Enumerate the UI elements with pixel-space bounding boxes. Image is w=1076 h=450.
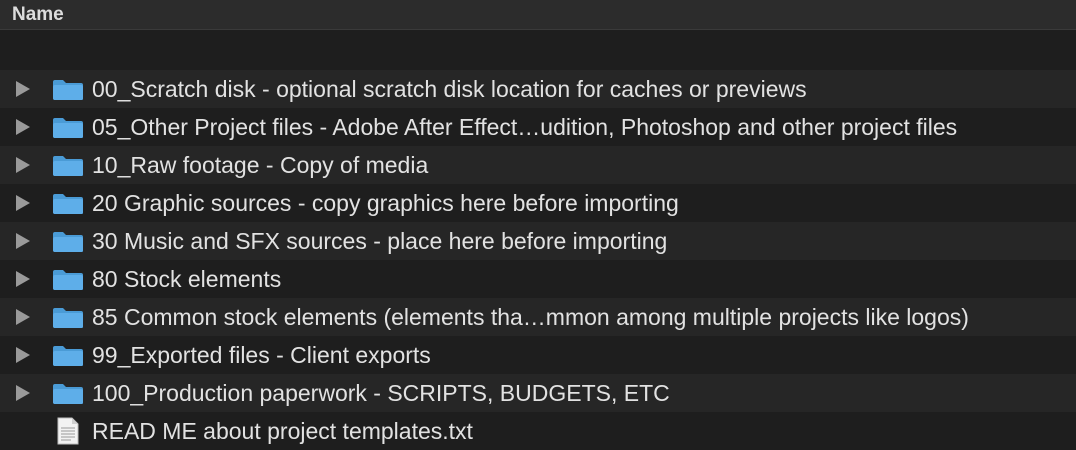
list-item[interactable]: 10_Raw footage - Copy of media	[0, 146, 1076, 184]
item-label: 20 Graphic sources - copy graphics here …	[92, 190, 679, 216]
name-column-header[interactable]: Name	[0, 0, 1076, 30]
disclosure-triangle-icon[interactable]	[16, 271, 30, 287]
item-label: 99_Exported files - Client exports	[92, 342, 431, 368]
item-label: READ ME about project templates.txt	[92, 418, 473, 444]
disclosure-triangle-icon[interactable]	[16, 309, 30, 325]
item-label: 10_Raw footage - Copy of media	[92, 152, 429, 178]
folder-icon	[53, 80, 83, 100]
text-file-icon	[57, 417, 79, 445]
item-label: 30 Music and SFX sources - place here be…	[92, 228, 668, 254]
list-item[interactable]: 85 Common stock elements (elements tha…m…	[0, 298, 1076, 336]
disclosure-triangle-icon[interactable]	[16, 233, 30, 249]
item-label: 80 Stock elements	[92, 266, 282, 292]
list-item[interactable]: 100_Production paperwork - SCRIPTS, BUDG…	[0, 374, 1076, 412]
list-item[interactable]: 20 Graphic sources - copy graphics here …	[0, 184, 1076, 222]
item-label: 85 Common stock elements (elements tha…m…	[92, 304, 969, 330]
item-label: 100_Production paperwork - SCRIPTS, BUDG…	[92, 380, 670, 406]
disclosure-triangle-icon[interactable]	[16, 347, 30, 363]
folder-icon	[53, 308, 83, 328]
list-item[interactable]: 00_Scratch disk - optional scratch disk …	[0, 70, 1076, 108]
disclosure-triangle-icon[interactable]	[16, 119, 30, 135]
folder-icon	[53, 384, 83, 404]
folder-icon	[53, 118, 83, 138]
list-item[interactable]: 80 Stock elements	[0, 260, 1076, 298]
list-item[interactable]: 05_Other Project files - Adobe After Eff…	[0, 108, 1076, 146]
list-item[interactable]: 99_Exported files - Client exports	[0, 336, 1076, 374]
folder-icon	[53, 194, 83, 214]
item-label: 05_Other Project files - Adobe After Eff…	[92, 114, 958, 140]
list-item[interactable]: READ ME about project templates.txt	[0, 412, 1076, 450]
folder-icon	[53, 346, 83, 366]
disclosure-triangle-icon[interactable]	[16, 195, 30, 211]
folder-icon	[53, 232, 83, 252]
name-column-label: Name	[12, 3, 64, 25]
disclosure-triangle-icon[interactable]	[16, 385, 30, 401]
disclosure-triangle-icon[interactable]	[16, 81, 30, 97]
folder-icon	[53, 156, 83, 176]
item-label: 00_Scratch disk - optional scratch disk …	[92, 76, 807, 102]
folder-icon	[53, 270, 83, 290]
disclosure-triangle-icon[interactable]	[16, 157, 30, 173]
list-item[interactable]: 30 Music and SFX sources - place here be…	[0, 222, 1076, 260]
